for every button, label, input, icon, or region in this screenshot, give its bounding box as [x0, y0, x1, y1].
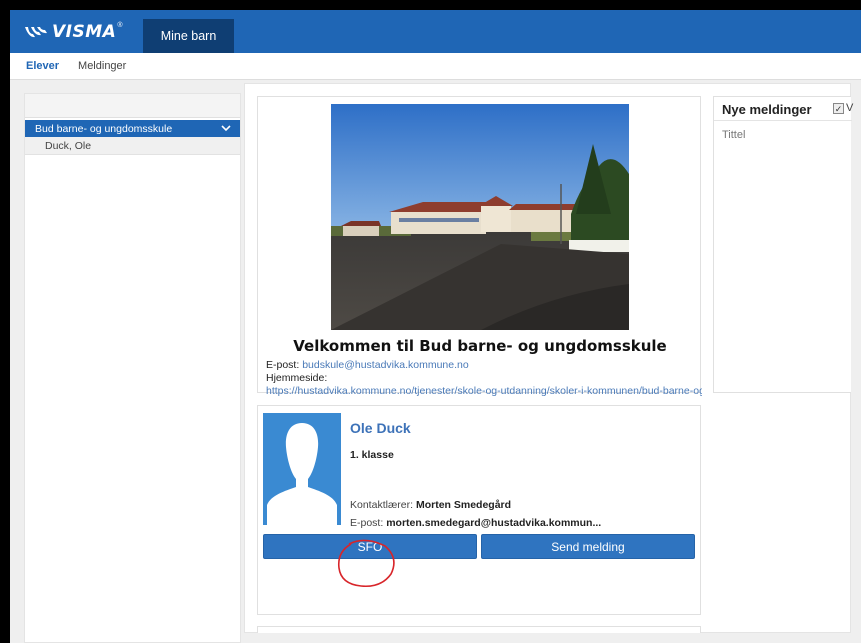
top-bar: VISMA ® Mine barn — [10, 10, 861, 53]
student-class: 1. klasse — [350, 449, 394, 461]
visma-logo[interactable]: VISMA ® — [24, 21, 122, 43]
sidebar-item-student[interactable]: Duck, Ole — [25, 137, 240, 155]
teacher-email-row: E-post: morten.smedegard@hustadvika.komm… — [350, 517, 601, 529]
school-email-label: E-post: — [266, 359, 300, 371]
teacher-email-label: E-post: — [350, 517, 384, 529]
person-silhouette-icon — [267, 423, 337, 525]
logo-registered-mark: ® — [117, 21, 123, 29]
school-email-link[interactable]: budskule@hustadvika.kommune.no — [302, 359, 469, 371]
sidebar-header — [25, 94, 240, 118]
logo-text: VISMA — [52, 22, 117, 42]
contact-teacher-row: Kontaktlærer: Morten Smedegård — [350, 499, 511, 511]
checkbox-checked-icon[interactable]: ✓ — [833, 103, 844, 114]
sidebar-item-school[interactable]: Bud barne- og ungdomsskule — [25, 120, 240, 137]
student-label: Duck, Ole — [45, 139, 92, 152]
school-label: Bud barne- og ungdomsskule — [35, 122, 173, 135]
sidebar: Bud barne- og ungdomsskule Duck, Ole — [24, 93, 241, 643]
homepage-link[interactable]: https://hustadvika.kommune.no/tjenester/… — [266, 385, 702, 397]
checkbox-label: V — [846, 102, 854, 114]
divider — [714, 120, 852, 121]
student-card: Ole Duck 1. klasse Kontaktlærer: Morten … — [257, 405, 701, 615]
school-photo — [331, 104, 629, 330]
welcome-heading: Velkommen til Bud barne- og ungdomsskule — [293, 337, 667, 355]
sub-navigation: Elever Meldinger — [10, 53, 861, 80]
new-messages-panel: Nye meldinger ✓ V Tittel — [713, 96, 854, 393]
tab-mine-barn[interactable]: Mine barn — [143, 19, 234, 53]
teacher-email[interactable]: morten.smedegard@hustadvika.kommun... — [386, 517, 601, 529]
next-card-edge — [257, 626, 701, 633]
contact-teacher-name: Morten Smedegård — [415, 499, 512, 511]
send-message-button[interactable]: Send melding — [481, 534, 695, 559]
chevron-down-icon[interactable] — [220, 122, 232, 134]
homepage-label: Hjemmeside: — [266, 372, 328, 384]
visma-swoosh-icon — [25, 27, 47, 38]
sfo-button[interactable]: SFO — [263, 534, 477, 559]
column-header-title: Tittel — [722, 129, 746, 141]
avatar — [263, 413, 341, 525]
school-card: Velkommen til Bud barne- og ungdomsskule… — [257, 96, 702, 397]
student-name[interactable]: Ole Duck — [350, 420, 411, 436]
subnav-meldinger[interactable]: Meldinger — [78, 60, 126, 72]
contact-teacher-label: Kontaktlærer: — [350, 499, 414, 511]
subnav-elever[interactable]: Elever — [26, 60, 59, 72]
school-email-row: E-post: budskule@hustadvika.kommune.no — [266, 359, 469, 371]
new-messages-title: Nye meldinger — [722, 102, 812, 117]
